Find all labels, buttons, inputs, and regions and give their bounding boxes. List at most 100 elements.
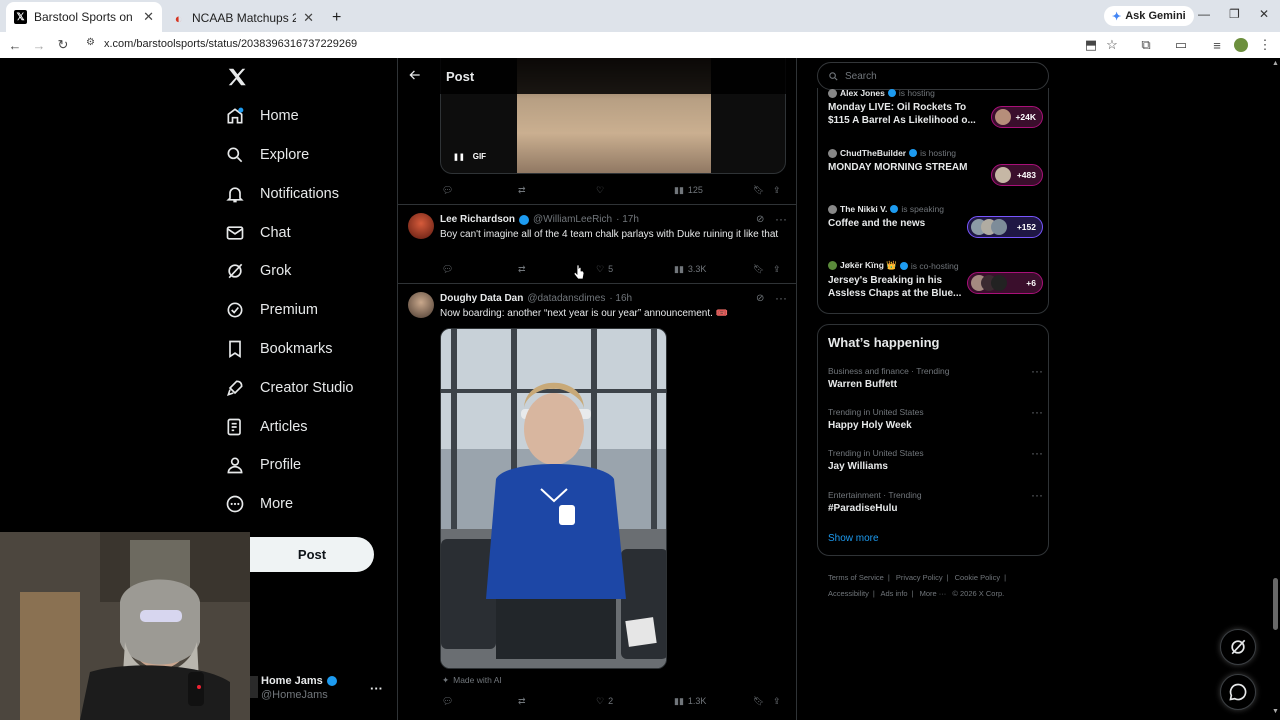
trend-item[interactable]: Trending in United States Jay Williams ·… [828, 446, 1043, 472]
privacy-link[interactable]: Privacy Policy [896, 573, 943, 582]
accessibility-link[interactable]: Accessibility [828, 589, 869, 598]
share-icon[interactable]: ⇪ [773, 696, 781, 707]
sidebar-item-creator-studio[interactable]: Creator Studio [224, 373, 354, 403]
media-controls-icon[interactable]: ≡ [1208, 36, 1226, 54]
share-icon[interactable]: ⇪ [773, 264, 781, 275]
close-window-icon[interactable]: ✕ [1259, 7, 1269, 21]
sidebar-item-bookmarks[interactable]: Bookmarks [224, 334, 333, 364]
back-icon[interactable]: ← [6, 36, 24, 54]
reload-icon[interactable]: ↻ [54, 36, 72, 54]
trend-item[interactable]: Business and finance · Trending Warren B… [828, 364, 1043, 390]
new-tab-button[interactable]: + [324, 4, 349, 32]
views-stat[interactable]: ▮▮ 1.3K [674, 696, 706, 707]
bookmark-star-icon[interactable]: ☆ [1103, 36, 1121, 54]
extensions-icon[interactable]: ⧉ [1137, 36, 1155, 54]
scroll-down-icon[interactable]: ▼ [1272, 708, 1279, 715]
sidebar-item-chat[interactable]: Chat [224, 218, 291, 248]
more-icon[interactable]: ··· [1031, 364, 1043, 378]
profile-avatar-icon[interactable] [1232, 36, 1250, 54]
more-icon[interactable]: ··· [1031, 488, 1043, 502]
search-input[interactable]: Search [817, 62, 1049, 90]
back-arrow-icon[interactable] [408, 68, 422, 82]
site-info-icon[interactable]: ⚙ [86, 37, 95, 48]
maximize-icon[interactable]: ❐ [1229, 7, 1240, 21]
scroll-up-icon[interactable]: ▲ [1272, 60, 1279, 67]
like-button[interactable]: ♡ 2 [596, 696, 613, 707]
ads-info-link[interactable]: Ads info [880, 589, 907, 598]
bookmark-icon[interactable]: 🔖︎ [753, 185, 764, 196]
avatar[interactable] [408, 213, 434, 239]
more-icon[interactable]: ··· [775, 291, 787, 305]
bookmark-icon[interactable]: 🔖︎ [753, 696, 764, 707]
more-link[interactable]: More ··· [920, 589, 947, 598]
listener-count-pill[interactable]: +152 [967, 216, 1043, 238]
grok-icon[interactable]: ⊘ [756, 214, 764, 225]
sidebar-item-grok[interactable]: Grok [224, 256, 291, 286]
bookmark-icon[interactable]: 🔖︎ [753, 264, 764, 275]
grok-icon[interactable]: ⊘ [756, 293, 764, 304]
sidebar-item-more[interactable]: More [224, 489, 293, 519]
repost-icon[interactable]: ⇄ [518, 185, 526, 196]
sidebar-item-profile[interactable]: Profile [224, 450, 301, 480]
trend-item[interactable]: Entertainment · Trending #ParadiseHulu ·… [828, 488, 1043, 514]
x-logo-icon[interactable] [226, 66, 248, 88]
reply-icon[interactable]: 💬︎ [442, 185, 453, 196]
install-app-icon[interactable]: ⬒ [1082, 36, 1100, 54]
terms-link[interactable]: Terms of Service [828, 573, 884, 582]
cookie-link[interactable]: Cookie Policy [955, 573, 1000, 582]
tab-ncaab[interactable]: ◐ NCAAB Matchups 2025-2026 - ✕ [164, 4, 322, 32]
sidebar-item-premium[interactable]: Premium [224, 295, 318, 325]
like-button[interactable]: ♡ 5 [596, 264, 613, 275]
trend-item[interactable]: Trending in United States Happy Holy Wee… [828, 405, 1043, 431]
post-button[interactable]: Post [250, 537, 374, 572]
minimize-icon[interactable]: — [1198, 7, 1210, 21]
close-tab-icon[interactable]: ✕ [303, 10, 314, 26]
listener-count-pill[interactable]: +6 [967, 272, 1043, 294]
author-handle[interactable]: @WilliamLeeRich [533, 214, 612, 225]
avatar[interactable] [408, 292, 434, 318]
author-handle[interactable]: @datadansdimes [527, 293, 605, 304]
listener-count-pill[interactable]: +24K [991, 106, 1043, 128]
author-name[interactable]: Doughy Data Dan [440, 293, 523, 304]
views-stat[interactable]: ▮▮ 125 [674, 185, 703, 196]
more-icon[interactable]: ··· [1031, 446, 1043, 460]
page-scrollbar[interactable]: ▲ ▼ [1271, 58, 1280, 720]
more-icon[interactable]: ··· [775, 212, 787, 226]
space-card[interactable]: Jøkër Kïng 👑 is co-hosting Jersey's Break… [828, 260, 1043, 300]
sidebar-item-home[interactable]: Home [224, 101, 299, 131]
author-name[interactable]: Lee Richardson [440, 214, 515, 225]
messages-fab-button[interactable] [1220, 674, 1256, 710]
scrollbar-thumb[interactable] [1273, 578, 1278, 630]
tab-barstool[interactable]: 𝕏 Barstool Sports on X: "THE UCC ✕ [6, 2, 162, 32]
forward-icon[interactable]: → [30, 36, 48, 54]
account-switcher[interactable]: Home Jams @HomeJams [261, 675, 337, 701]
more-icon[interactable]: ··· [1031, 405, 1043, 419]
account-avatar[interactable] [250, 676, 258, 698]
ask-gemini-button[interactable]: ✦ Ask Gemini [1104, 6, 1194, 26]
repost-icon[interactable]: ⇄ [518, 696, 526, 707]
sidebar-item-articles[interactable]: Articles [224, 412, 308, 442]
sidebar-item-explore[interactable]: Explore [224, 140, 309, 170]
space-card[interactable]: The Nikki V. is speaking Coffee and the n… [828, 204, 1043, 238]
chrome-menu-icon[interactable]: ⋮ [1256, 36, 1274, 54]
grok-fab-button[interactable] [1220, 629, 1256, 665]
like-icon[interactable]: ♡ [596, 185, 604, 196]
split-view-icon[interactable]: ▭ [1172, 36, 1190, 54]
gif-controls[interactable]: ❚❚ GIF [453, 152, 486, 161]
address-bar[interactable]: ⚙ x.com/barstoolsports/status/2038396316… [78, 33, 1078, 55]
show-more-link[interactable]: Show more [828, 533, 879, 544]
share-icon[interactable]: ⇪ [773, 185, 781, 196]
views-stat[interactable]: ▮▮ 3.3K [674, 264, 706, 275]
pause-icon[interactable]: ❚❚ [453, 153, 465, 161]
reply-icon[interactable]: 💬︎ [442, 264, 453, 275]
account-more-icon[interactable]: ··· [370, 681, 383, 696]
repost-icon[interactable]: ⇄ [518, 264, 526, 275]
timestamp[interactable]: · 16h [609, 293, 632, 304]
tweet-image[interactable] [440, 328, 667, 669]
listener-count-pill[interactable]: +483 [991, 164, 1043, 186]
space-card[interactable]: Alex Jones is hosting Monday LIVE: Oil Ro… [828, 88, 1043, 128]
reply-icon[interactable]: 💬︎ [442, 696, 453, 707]
sidebar-item-notifications[interactable]: Notifications [224, 179, 339, 209]
close-tab-icon[interactable]: ✕ [143, 9, 154, 25]
space-card[interactable]: ChudTheBuilder is hosting MONDAY MORNING … [828, 148, 1043, 186]
